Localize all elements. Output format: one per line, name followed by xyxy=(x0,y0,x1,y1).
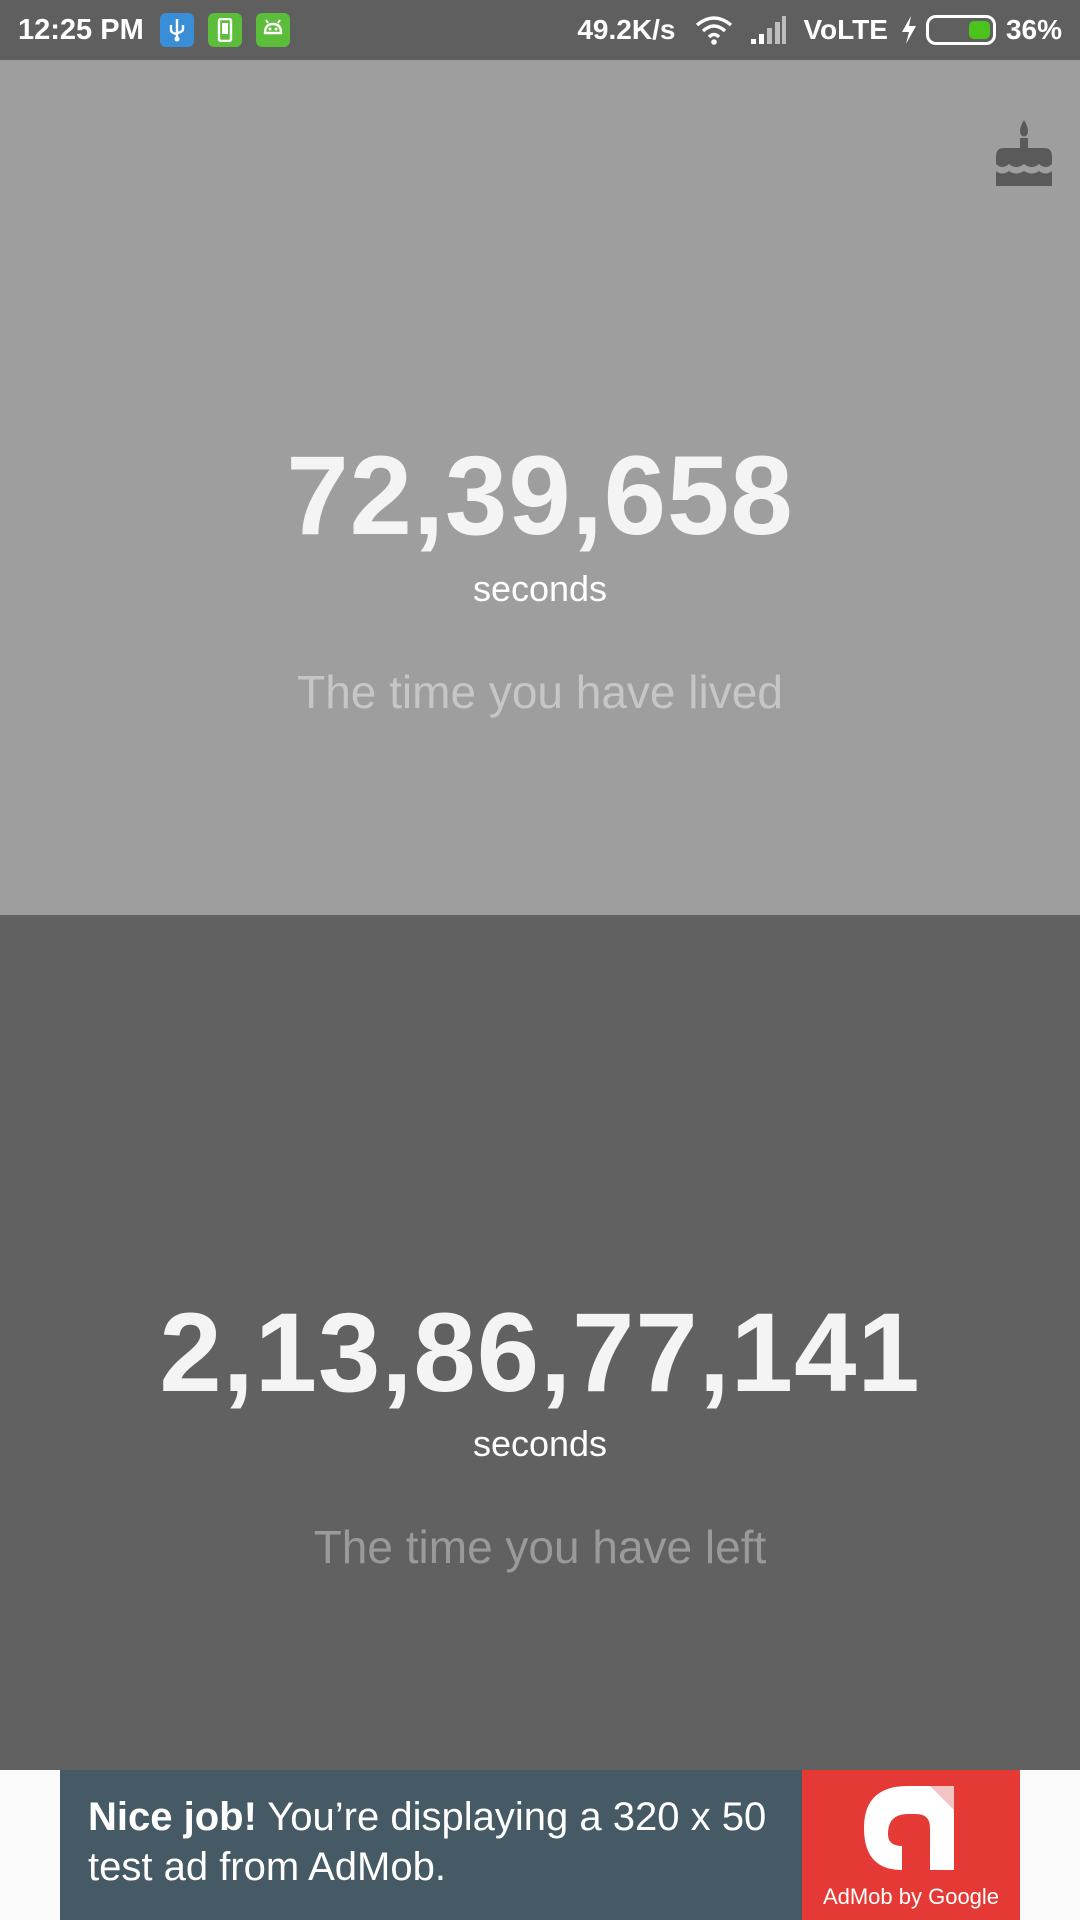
ad-text: Nice job! You’re displaying a 320 x 50 t… xyxy=(88,1792,788,1892)
time-left-panel: 2,13,86,77,141 seconds The time you have… xyxy=(0,915,1080,1770)
ad-banner[interactable]: Nice job! You’re displaying a 320 x 50 t… xyxy=(60,1770,1020,1920)
signal-icon xyxy=(749,15,787,45)
status-bar-left: 12:25 PM xyxy=(18,13,304,47)
battery-level xyxy=(969,21,990,39)
network-type: VoLTE xyxy=(803,14,888,45)
clock: 12:25 PM xyxy=(18,13,144,46)
ad-logo-caption: AdMob by Google xyxy=(822,1884,1000,1909)
ad-body-line1: You’re displaying a 320 x 50 xyxy=(256,1795,767,1839)
charging-icon xyxy=(900,15,918,45)
time-lived-panel: 72,39,658 seconds The time you have live… xyxy=(0,60,1080,915)
wifi-icon xyxy=(695,15,733,45)
left-seconds-value: 2,13,86,77,141 xyxy=(159,1290,921,1415)
usb-icon xyxy=(159,13,194,47)
cake-icon xyxy=(996,120,1052,186)
battery-icon xyxy=(925,15,996,45)
lived-caption: The time you have lived xyxy=(297,666,783,718)
lived-seconds-value: 72,39,658 xyxy=(286,433,794,558)
admob-logo[interactable]: AdMob by Google xyxy=(802,1770,1020,1920)
battery-percent: 36% xyxy=(1005,14,1062,45)
ad-headline: Nice job! xyxy=(88,1795,257,1839)
status-bar-right: 49.2K/s VoLTE 36% xyxy=(577,14,1062,46)
ad-body-line2: test ad from AdMob. xyxy=(88,1845,446,1889)
status-bar: 12:25 PM 49.2K/s VoLTE 36% xyxy=(0,0,1080,60)
left-unit: seconds xyxy=(472,1423,608,1464)
admob-icon xyxy=(864,1786,954,1870)
lived-unit: seconds xyxy=(472,568,608,609)
birthday-button[interactable] xyxy=(994,118,1054,188)
left-caption: The time you have left xyxy=(313,1521,767,1573)
phone-icon xyxy=(207,13,242,47)
ad-area: Nice job! You’re displaying a 320 x 50 t… xyxy=(0,1770,1080,1920)
net-speed: 49.2K/s xyxy=(577,14,676,45)
android-icon xyxy=(255,13,290,47)
